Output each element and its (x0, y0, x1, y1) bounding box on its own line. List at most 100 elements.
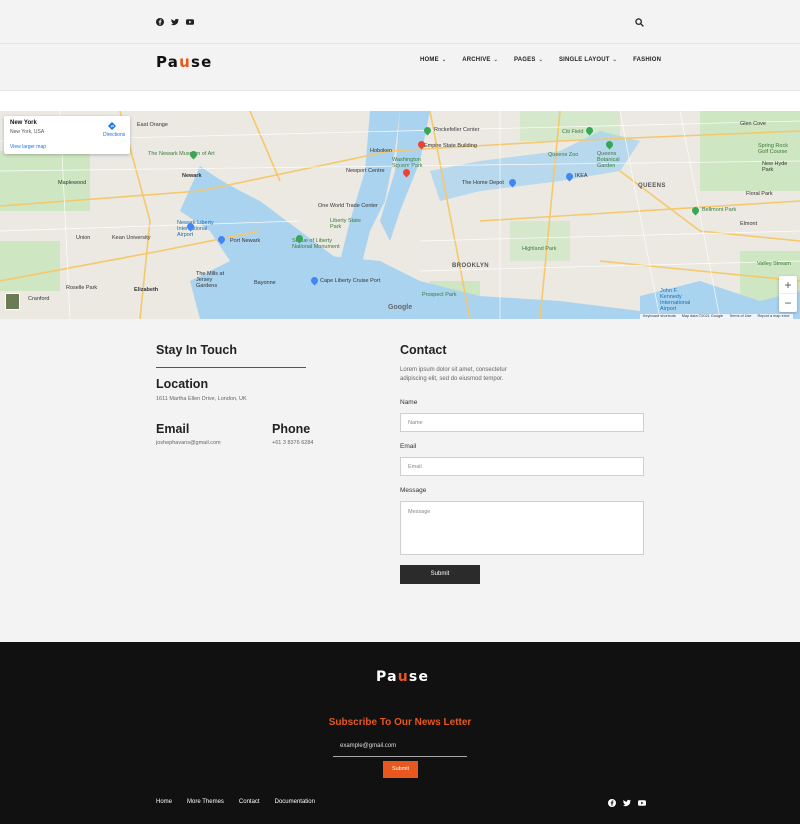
message-field[interactable]: Message (400, 501, 644, 555)
map-label: Glen Cove (740, 121, 766, 127)
site-footer: Pause Subscribe To Our News Letter examp… (0, 642, 800, 824)
newsletter-title: Subscribe To Our News Letter (328, 717, 472, 728)
chevron-down-icon: ⌄ (538, 57, 543, 63)
nav-pages[interactable]: PAGES ⌄ (514, 57, 543, 63)
footer-link-more-themes[interactable]: More Themes (187, 799, 224, 805)
map-label: Newark Liberty International Airport (177, 220, 214, 238)
map-label: Bayonne (254, 280, 276, 286)
map-label: Cape Liberty Cruise Port (320, 278, 381, 284)
google-map[interactable]: East Orange Newark The Newark Museum of … (0, 111, 800, 319)
map-label: Newark (182, 173, 202, 179)
map-label: Prospect Park (422, 292, 457, 298)
footer-link-home[interactable]: Home (156, 799, 172, 805)
email-label: Email (400, 443, 417, 450)
map-label: The Home Depot (462, 180, 504, 186)
location-value: 1611 Martha Ellen Drive, London, UK (156, 396, 247, 402)
view-larger-map-link[interactable]: View larger map (10, 144, 46, 150)
map-label: One World Trade Center (318, 203, 378, 209)
map-label: QUEENS (638, 183, 666, 189)
map-label: John F. Kennedy International Airport (660, 288, 691, 312)
map-info-card: New York New York, USA View larger map D… (4, 116, 130, 154)
chevron-down-icon: ⌄ (493, 57, 498, 63)
map-label: Kean University (112, 235, 151, 241)
footer-logo[interactable]: Pause (376, 669, 429, 685)
directions-link[interactable]: Directions (103, 132, 125, 138)
map-place-address: New York, USA (10, 129, 45, 135)
email-value: joshephavans@gmail.com (156, 440, 221, 446)
map-label: Queens Zoo (548, 152, 579, 158)
email-heading: Email (156, 422, 190, 436)
map-label: New Hyde Park (762, 161, 788, 173)
map-label: Port Newark (230, 238, 261, 244)
map-label: Spring Rock Golf Course (758, 143, 788, 155)
site-logo[interactable]: Pause (156, 53, 213, 71)
footer-nav: Home More Themes Contact Documentation (156, 799, 315, 805)
map-label: Highland Park (522, 246, 557, 252)
nav-fashion[interactable]: FASHION (633, 57, 661, 63)
map-label: Roselle Park (66, 285, 98, 291)
search-icon[interactable] (635, 18, 644, 27)
map-label: The Newark Museum of Art (148, 151, 215, 157)
nav-single-layout[interactable]: SINGLE LAYOUT ⌄ (559, 57, 617, 63)
contact-section: Stay In Touch Location 1611 Martha Ellen… (0, 319, 800, 642)
youtube-icon[interactable] (186, 18, 194, 26)
map-place-title: New York (10, 120, 37, 126)
map-label: Queens Botanical Garden (597, 151, 620, 169)
heading-divider (156, 367, 306, 368)
email-field[interactable]: Email (400, 457, 644, 476)
map-label: Newport Centre (346, 168, 385, 174)
zoom-out-button[interactable]: − (779, 294, 797, 312)
map-label: Washington Square Park (392, 157, 423, 169)
zoom-in-button[interactable]: + (779, 276, 797, 294)
newsletter-email-input[interactable]: example@gmail.com (333, 741, 467, 757)
map-label: Maplewood (58, 180, 87, 186)
phone-heading: Phone (272, 422, 311, 436)
nav-archive[interactable]: ARCHIVE ⌄ (462, 57, 498, 63)
chevron-down-icon: ⌄ (441, 57, 447, 63)
facebook-icon[interactable] (608, 799, 616, 807)
map-label: Union (76, 235, 91, 241)
twitter-icon[interactable] (623, 799, 631, 807)
main-nav: HOME ⌄ ARCHIVE ⌄ PAGES ⌄ SINGLE LAYOUT ⌄ FAS… (420, 57, 661, 63)
phone-value: +61 3 8376 6284 (272, 440, 314, 446)
newsletter-submit-button[interactable]: Submit (383, 761, 418, 778)
site-header: Pause HOME ⌄ ARCHIVE ⌄ PAGES ⌄ SINGLE LAYOU… (0, 44, 800, 91)
facebook-icon[interactable] (156, 18, 164, 26)
map-label: Bellmont Park (702, 207, 737, 213)
footer-social-links (608, 799, 646, 807)
contact-intro: Lorem ipsum dolor sit amet, consectetur … (400, 367, 507, 382)
map-label: The Mills at Jersey Gardens (196, 271, 225, 289)
map-label: Cranford (28, 296, 50, 302)
map-label: IKEA (575, 173, 588, 179)
street-view-thumbnail[interactable] (5, 293, 20, 310)
directions-icon[interactable] (108, 122, 116, 130)
map-label: Hoboken (370, 148, 393, 154)
footer-link-contact[interactable]: Contact (239, 799, 260, 805)
map-label: Elizabeth (134, 287, 159, 293)
nav-home[interactable]: HOME ⌄ (420, 57, 446, 63)
map-label: Floral Park (746, 191, 773, 197)
map-label: Citi Field (562, 129, 584, 135)
location-heading: Location (156, 377, 209, 391)
map-label: Elmont (740, 221, 758, 227)
google-logo: Google (388, 304, 413, 311)
map-label: Liberty State Park (330, 218, 361, 230)
contact-heading: Contact (400, 343, 447, 357)
twitter-icon[interactable] (171, 18, 179, 26)
map-zoom-controls: + − (779, 276, 797, 312)
message-label: Message (400, 487, 427, 494)
youtube-icon[interactable] (638, 799, 646, 807)
map-label: Empire State Building (424, 143, 477, 149)
stay-in-touch-heading: Stay In Touch (156, 343, 238, 357)
social-links (156, 18, 194, 26)
name-label: Name (400, 399, 418, 406)
top-bar (0, 0, 800, 44)
footer-link-documentation[interactable]: Documentation (275, 799, 315, 805)
map-label: East Orange (137, 122, 168, 128)
map-label: Valley Stream (757, 261, 791, 267)
name-field[interactable]: Name (400, 413, 644, 432)
map-label: Rockefeller Center (434, 127, 480, 133)
chevron-down-icon: ⌄ (612, 57, 618, 63)
map-label: BROOKLYN (452, 263, 489, 269)
submit-button[interactable]: Submit (400, 565, 480, 584)
